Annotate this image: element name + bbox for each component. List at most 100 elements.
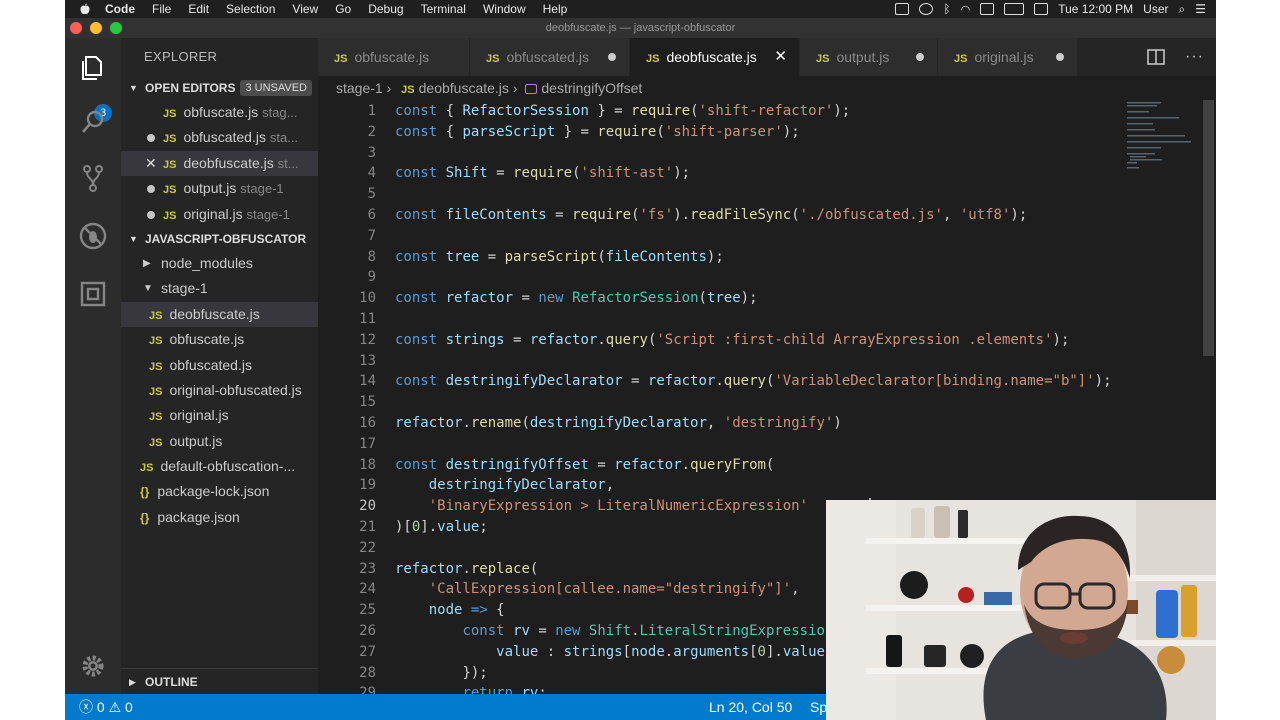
- tree-file[interactable]: JS default-obfuscation-...: [121, 454, 318, 479]
- manage-settings-button[interactable]: [77, 650, 109, 682]
- airplay-icon[interactable]: [980, 3, 995, 15]
- unsaved-dot-icon[interactable]: [147, 210, 155, 219]
- unsaved-dot-icon[interactable]: [1056, 53, 1064, 61]
- menu-go[interactable]: Go: [335, 2, 351, 16]
- open-editor-item[interactable]: JS obfuscate.js stag...: [121, 100, 318, 125]
- open-editor-item[interactable]: JS obfuscated.js sta...: [121, 125, 318, 150]
- battery-icon[interactable]: [1004, 3, 1025, 15]
- menu-help[interactable]: Help: [543, 2, 568, 16]
- outline-header[interactable]: ▶ OUTLINE: [121, 668, 318, 694]
- tree-file[interactable]: JS obfuscated.js: [121, 353, 318, 378]
- breadcrumb-folder[interactable]: stage-1: [336, 80, 383, 96]
- notification-center-icon[interactable]: ☰: [1195, 2, 1206, 16]
- wifi-icon[interactable]: ◠: [961, 3, 971, 16]
- menu-clock[interactable]: Tue 12:00 PM: [1058, 2, 1133, 16]
- code-line[interactable]: 6 const fileContents = require('fs').read…: [318, 205, 1198, 226]
- code-line[interactable]: 15: [318, 392, 1198, 413]
- open-editor-item[interactable]: JS output.js stage-1: [121, 176, 318, 201]
- code-token: {: [437, 123, 463, 140]
- debug-activity-button[interactable]: [77, 220, 109, 252]
- screen-share-icon[interactable]: [895, 3, 910, 15]
- unsaved-dot-icon[interactable]: [916, 53, 924, 61]
- line-number: 11: [359, 311, 376, 327]
- code-line[interactable]: 17: [318, 434, 1198, 455]
- extensions-activity-button[interactable]: [77, 278, 109, 310]
- tree-file[interactable]: JS output.js: [121, 429, 318, 454]
- code-line[interactable]: 1 const { RefactorSession } = require('sh…: [318, 101, 1198, 122]
- spotlight-search-icon[interactable]: ⌕: [1179, 2, 1186, 17]
- code-line[interactable]: 8 const tree = parseScript(fileContents);: [318, 247, 1198, 268]
- tree-folder[interactable]: ▼ stage-1: [121, 276, 318, 301]
- keyboard-icon[interactable]: [1034, 3, 1049, 15]
- explorer-activity-button[interactable]: [77, 52, 109, 84]
- minimap[interactable]: [1125, 100, 1201, 170]
- code-line[interactable]: 12 const strings = refactor.query('Script…: [318, 330, 1198, 351]
- close-tab-icon[interactable]: ✕: [774, 38, 787, 76]
- tree-file[interactable]: JS original.js: [121, 403, 318, 428]
- code-line[interactable]: 7: [318, 226, 1198, 247]
- unsaved-dot-icon[interactable]: [147, 185, 155, 194]
- code-line[interactable]: 11: [318, 309, 1198, 330]
- close-window-button[interactable]: [70, 22, 82, 34]
- menu-terminal[interactable]: Terminal: [421, 2, 466, 16]
- menu-selection[interactable]: Selection: [226, 2, 275, 16]
- tree-file[interactable]: JS obfuscate.js: [121, 327, 318, 352]
- tab-original[interactable]: JS original.js: [938, 38, 1078, 76]
- unsaved-dot-icon[interactable]: [147, 134, 155, 143]
- apple-icon[interactable]: [79, 3, 91, 15]
- code-line[interactable]: 3: [318, 143, 1198, 164]
- tree-file[interactable]: JS original-obfuscated.js: [121, 378, 318, 403]
- problems-indicator[interactable]: ⓧ 0 ⚠ 0: [79, 694, 133, 720]
- cursor-position[interactable]: Ln 20, Col 50: [709, 694, 792, 720]
- code-line[interactable]: 18 const destringifyOffset = refactor.que…: [318, 455, 1198, 476]
- code-line[interactable]: 10 const refactor = new RefactorSession(t…: [318, 288, 1198, 309]
- search-activity-button[interactable]: [77, 106, 109, 138]
- menu-user[interactable]: User: [1143, 2, 1168, 16]
- open-editor-item[interactable]: JS original.js stage-1: [121, 202, 318, 227]
- tree-file[interactable]: {} package-lock.json: [121, 479, 318, 504]
- tree-folder[interactable]: ▶ node_modules: [121, 251, 318, 276]
- unsaved-dot-icon[interactable]: [608, 53, 616, 61]
- breadcrumb-symbol[interactable]: destringifyOffset: [541, 80, 642, 96]
- source-control-activity-button[interactable]: [77, 162, 109, 194]
- project-header[interactable]: ▼ JAVASCRIPT-OBFUSCATOR: [121, 227, 318, 251]
- code-line[interactable]: 19 destringifyDeclarator,: [318, 475, 1198, 496]
- more-actions-icon[interactable]: ···: [1185, 48, 1204, 66]
- open-editors-header[interactable]: ▼ OPEN EDITORS 3 UNSAVED: [121, 76, 318, 100]
- code-line[interactable]: 9: [318, 267, 1198, 288]
- activity-monitor-icon[interactable]: [919, 3, 934, 15]
- menu-file[interactable]: File: [152, 2, 171, 16]
- tab-obfuscated[interactable]: JS obfuscated.js: [470, 38, 630, 76]
- code-token: const: [395, 373, 438, 390]
- code-line[interactable]: 2 const { parseScript } = require('shift-…: [318, 122, 1198, 143]
- split-editor-icon[interactable]: [1147, 49, 1165, 65]
- tab-output[interactable]: JS output.js: [800, 38, 938, 76]
- breadcrumb-file[interactable]: deobfuscate.js: [419, 80, 509, 96]
- code-token: (: [765, 456, 775, 473]
- minimize-window-button[interactable]: [90, 22, 102, 34]
- menu-view[interactable]: View: [292, 2, 318, 16]
- code-line[interactable]: 14 const destringifyDeclarator = refactor…: [318, 371, 1198, 392]
- tab-obfuscate[interactable]: JS obfuscate.js: [318, 38, 470, 76]
- zoom-window-button[interactable]: [110, 22, 122, 34]
- code-line[interactable]: 5: [318, 184, 1198, 205]
- close-icon[interactable]: ✕: [145, 151, 157, 176]
- menu-debug[interactable]: Debug: [368, 2, 403, 16]
- code-line[interactable]: 13: [318, 351, 1198, 372]
- file-name: default-obfuscation-...: [160, 458, 296, 475]
- open-editor-item[interactable]: ✕ JS deobfuscate.js st...: [121, 150, 318, 177]
- menu-window[interactable]: Window: [483, 2, 526, 16]
- code-line[interactable]: 16 refactor.rename(destringifyDeclarator,…: [318, 413, 1198, 434]
- bluetooth-icon[interactable]: ᛒ: [943, 2, 950, 16]
- code-line[interactable]: 4 const Shift = require('shift-ast');: [318, 163, 1198, 184]
- menu-app-code[interactable]: Code: [105, 2, 135, 16]
- file-name: package.json: [157, 508, 240, 525]
- menu-edit[interactable]: Edit: [188, 2, 209, 16]
- indentation-status[interactable]: Sp: [810, 694, 827, 720]
- tree-file[interactable]: {} package.json: [121, 505, 318, 530]
- scrollbar-thumb[interactable]: [1203, 100, 1214, 356]
- tree-file[interactable]: JS deobfuscate.js: [121, 301, 318, 328]
- line-number: 10: [359, 290, 376, 307]
- tab-deobfuscate[interactable]: JS deobfuscate.js ✕: [630, 38, 800, 76]
